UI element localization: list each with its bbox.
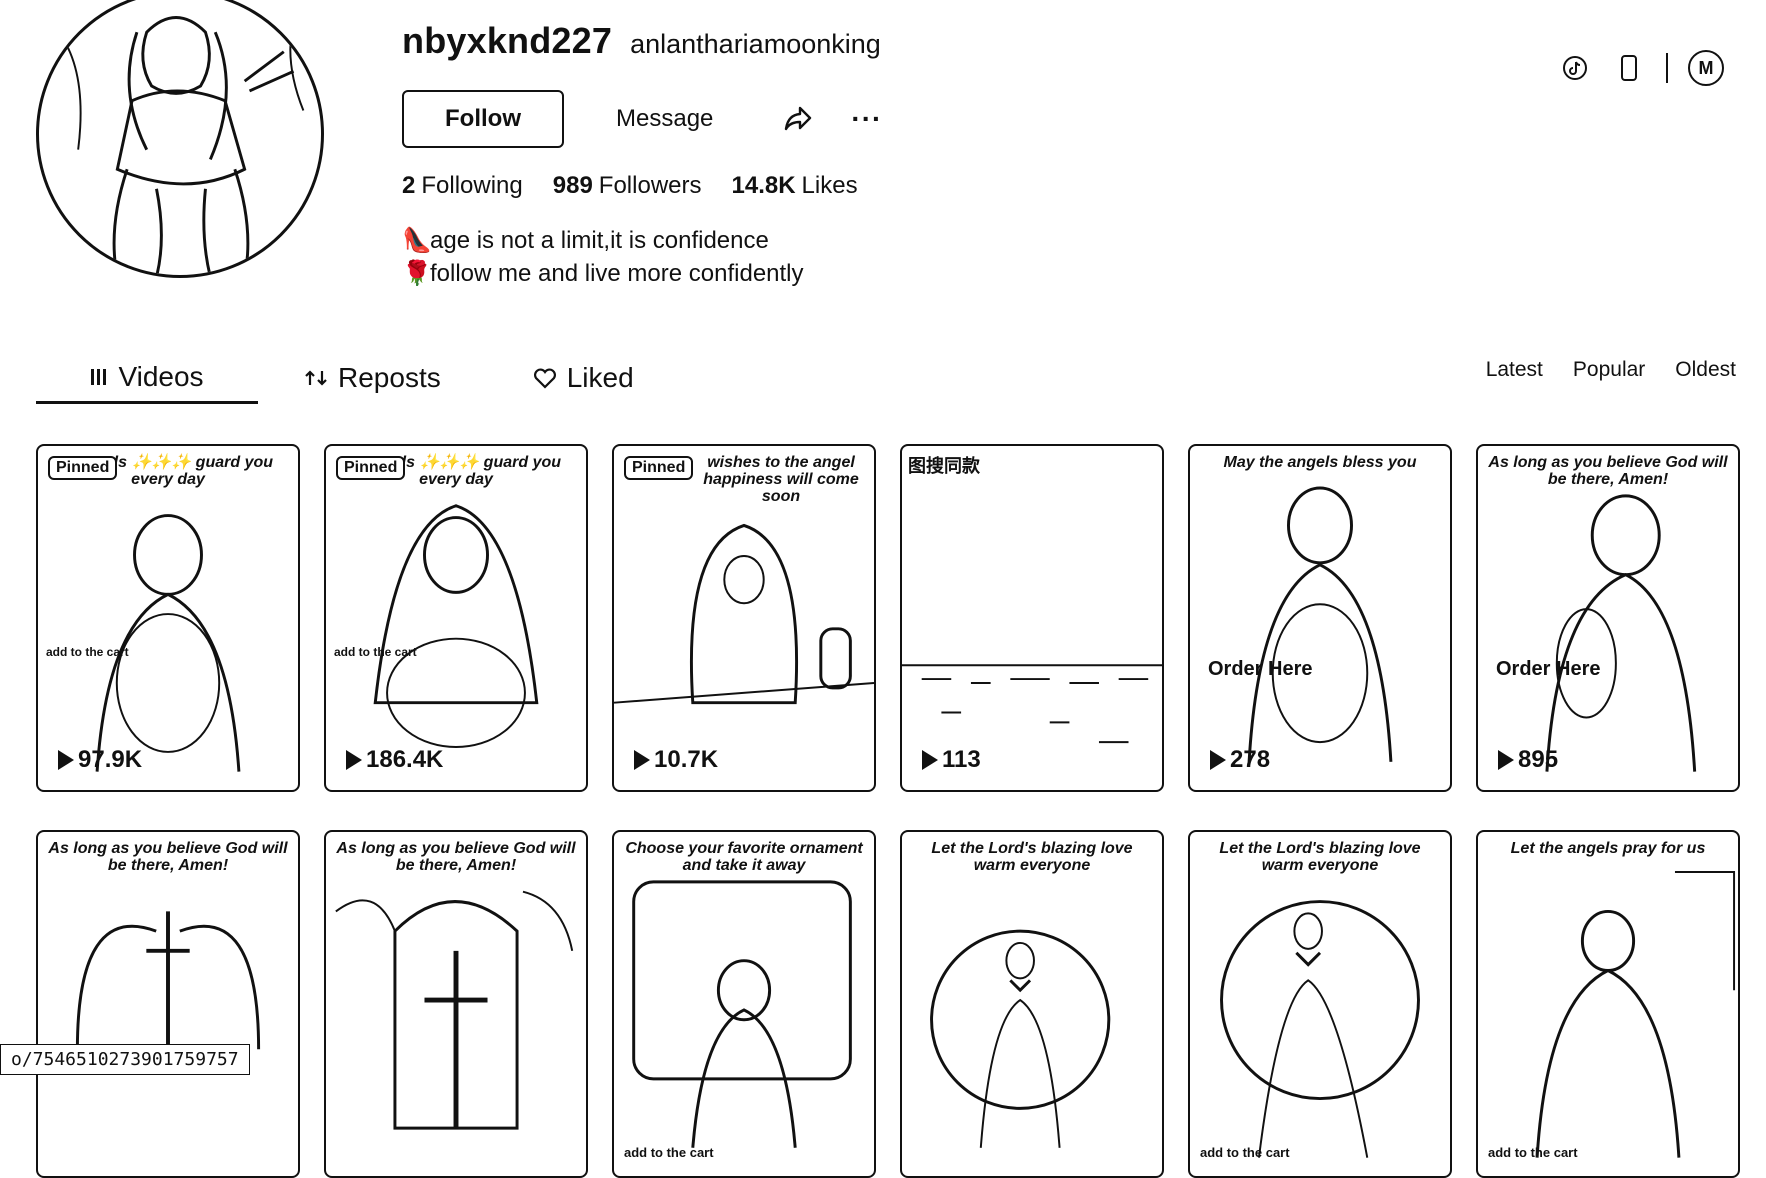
share-icon[interactable]: [781, 102, 815, 136]
sort-options: Latest Popular Oldest: [1486, 358, 1736, 382]
add-to-cart-tag: add to the cart: [624, 1145, 714, 1160]
image-search-label[interactable]: 图搜同款: [908, 452, 980, 478]
message-button[interactable]: Message: [592, 90, 737, 148]
video-thumbnail: [902, 664, 1162, 744]
video-caption: May the angels bless you: [1223, 454, 1417, 471]
play-icon: [1498, 750, 1514, 770]
add-to-cart-tag: add to the cart: [1488, 1145, 1578, 1160]
play-icon: [922, 750, 938, 770]
tab-reposts[interactable]: Reposts: [304, 352, 441, 404]
video-card[interactable]: As long as you believe God will be there…: [1476, 444, 1740, 792]
video-thumbnail: [1220, 900, 1420, 1158]
action-row: Follow Message ···: [402, 90, 1302, 148]
video-caption: As long as you believe God will be there…: [336, 840, 576, 874]
video-card[interactable]: 图搜同款 113: [900, 444, 1164, 792]
sort-oldest[interactable]: Oldest: [1675, 358, 1736, 382]
video-card[interactable]: As long as you believe God will be there…: [36, 830, 300, 1178]
high-heel-icon: 👠: [402, 227, 432, 254]
video-card[interactable]: Let the angels pray for us add to the ca…: [1476, 830, 1740, 1178]
pinned-badge: Pinned: [624, 456, 694, 480]
rose-icon: 🌹: [402, 260, 432, 287]
video-caption: Let the Lord's blazing love warm everyon…: [1219, 840, 1421, 874]
profile-tabs: Videos Reposts Liked: [36, 352, 634, 404]
video-thumbnail: [335, 890, 574, 1130]
avatar-illustration: [57, 16, 305, 275]
view-count: 278: [1210, 746, 1270, 774]
status-url: o/7546510273901759757: [0, 1044, 250, 1075]
name-row: nbyxknd227 anlanthariamoonking: [402, 20, 1302, 62]
video-thumbnail: [930, 929, 1111, 1148]
view-count: 186.4K: [346, 746, 443, 774]
order-here-tag: Order Here: [1208, 658, 1313, 680]
pinned-badge: Pinned: [336, 456, 406, 480]
video-caption: As long as you believe God will be there…: [1488, 454, 1728, 488]
stat-followers[interactable]: 989 Followers: [553, 172, 702, 200]
play-icon: [634, 750, 650, 770]
tab-liked[interactable]: Liked: [533, 352, 634, 404]
video-thumbnail: [632, 880, 852, 1148]
repost-icon: [305, 370, 327, 386]
nickname: anlanthariamoonking: [630, 29, 881, 59]
video-caption: Let the angels pray for us: [1510, 840, 1706, 857]
username: nbyxknd227: [402, 20, 613, 61]
video-card[interactable]: e angels ✨✨✨ guard you every day Pinned …: [36, 444, 300, 792]
video-thumbnail: [1535, 871, 1736, 1158]
tiktok-icon[interactable]: [1558, 51, 1592, 85]
stat-following[interactable]: 2 Following: [402, 172, 523, 200]
bio: 👠 age is not a limit,it is confidence 🌹 …: [402, 224, 1302, 290]
video-caption: As long as you believe God will be there…: [48, 840, 288, 874]
follow-button[interactable]: Follow: [402, 90, 564, 148]
sort-popular[interactable]: Popular: [1573, 358, 1645, 382]
profile-info: nbyxknd227 anlanthariamoonking Follow Me…: [402, 20, 1302, 290]
view-count: 97.9K: [58, 746, 142, 774]
video-thumbnail: [1545, 494, 1697, 772]
video-card[interactable]: As long as you believe God will be there…: [324, 830, 588, 1178]
video-card[interactable]: May the angels bless you Order Here 278: [1188, 444, 1452, 792]
stat-likes: 14.8K Likes: [731, 172, 858, 199]
pinned-badge: Pinned: [48, 456, 118, 480]
video-caption: Let the Lord's blazing love warm everyon…: [931, 840, 1133, 874]
video-thumbnail: [1247, 486, 1393, 762]
video-thumbnail: [75, 911, 261, 1050]
bio-line: 👠 age is not a limit,it is confidence: [402, 224, 1302, 257]
profile-avatar[interactable]: [36, 0, 324, 278]
play-icon: [346, 750, 362, 770]
video-card[interactable]: Let the Lord's blazing love warm everyon…: [900, 830, 1164, 1178]
bio-line: 🌹 follow me and live more confidently: [402, 257, 1302, 290]
more-options-icon[interactable]: ···: [851, 105, 882, 133]
mobile-device-icon[interactable]: [1612, 51, 1646, 85]
video-grid: e angels ✨✨✨ guard you every day Pinned …: [36, 444, 1740, 1178]
divider: [1666, 53, 1668, 83]
play-icon: [58, 750, 74, 770]
view-count: 113: [922, 746, 981, 774]
video-card[interactable]: Choose your favorite ornament and take i…: [612, 830, 876, 1178]
heart-icon: [533, 368, 556, 389]
play-icon: [1210, 750, 1226, 770]
stats-row: 2 Following 989 Followers 14.8K Likes: [402, 172, 1302, 200]
video-card[interactable]: wishes to the angel happiness will come …: [612, 444, 876, 792]
video-caption: Choose your favorite ornament and take i…: [625, 840, 863, 874]
video-card[interactable]: e angels ✨✨✨ guard you every day Pinned …: [324, 444, 588, 792]
video-thumbnail: [95, 514, 241, 772]
view-count: 10.7K: [634, 746, 718, 774]
view-count: 895: [1498, 746, 1558, 774]
sort-latest[interactable]: Latest: [1486, 358, 1543, 382]
account-avatar[interactable]: M: [1688, 50, 1724, 86]
order-here-tag: Order Here: [1496, 658, 1601, 680]
tab-videos[interactable]: Videos: [36, 352, 258, 404]
video-thumbnail: [373, 504, 539, 748]
video-card[interactable]: Let the Lord's blazing love warm everyon…: [1188, 830, 1452, 1178]
add-to-cart-tag: add to the cart: [334, 645, 417, 659]
add-to-cart-tag: add to the cart: [1200, 1145, 1290, 1160]
add-to-cart-tag: add to the cart: [46, 645, 129, 659]
top-bar-icons: M: [1558, 50, 1724, 86]
grid-icon: [91, 368, 107, 385]
